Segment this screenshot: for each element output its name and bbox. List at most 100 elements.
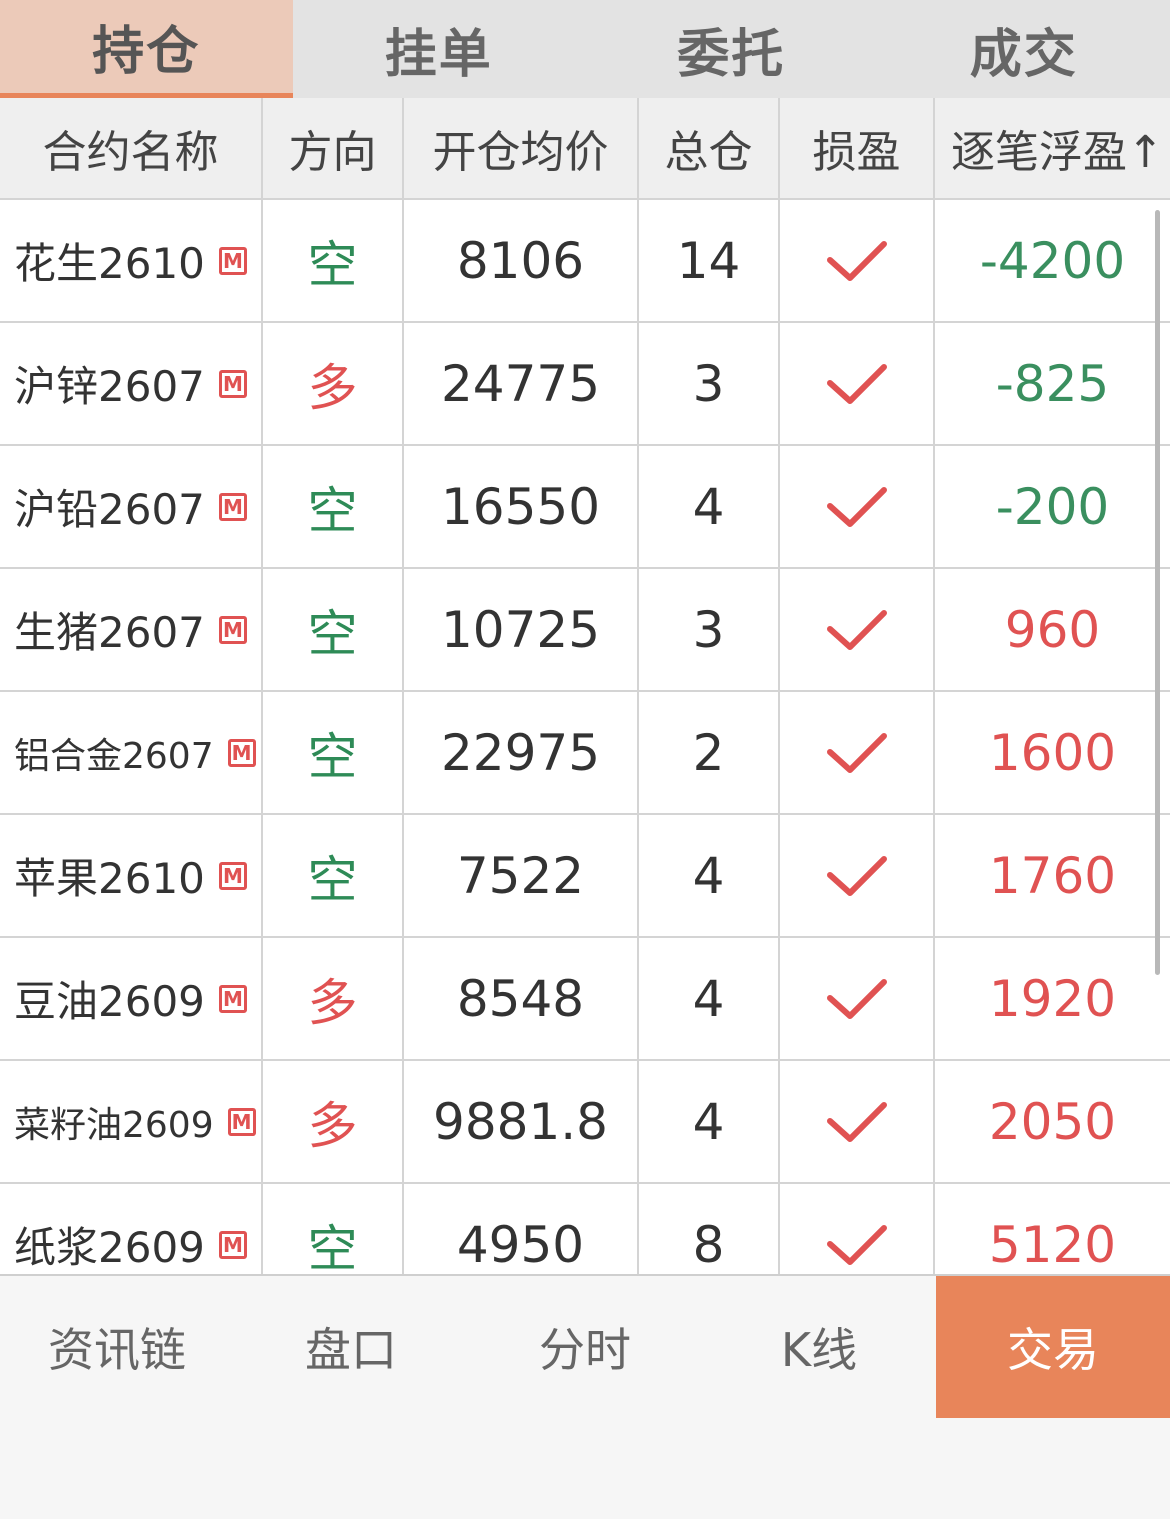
m-badge-icon: M bbox=[218, 861, 247, 890]
check-icon bbox=[826, 609, 887, 650]
avg-open-price: 8548 bbox=[404, 938, 639, 1061]
nav-kline[interactable]: K线 bbox=[702, 1276, 936, 1418]
total-position: 4 bbox=[639, 446, 780, 569]
total-position: 2 bbox=[639, 692, 780, 815]
contract-name-cell: 沪锌2607 M bbox=[0, 323, 263, 446]
m-badge-icon: M bbox=[227, 1107, 256, 1136]
column-header-direction[interactable]: 方向 bbox=[263, 98, 404, 200]
avg-open-price: 10725 bbox=[404, 569, 639, 692]
direction: 空 bbox=[263, 569, 404, 692]
table-row[interactable]: 沪铅2607 M 空 16550 4 -200 bbox=[0, 446, 1170, 569]
contract-name-cell: 生猪2607 M bbox=[0, 569, 263, 692]
check-icon bbox=[826, 978, 887, 1019]
contract-name-cell: 豆油2609 M bbox=[0, 938, 263, 1061]
m-badge-icon: M bbox=[218, 492, 247, 521]
table-scrollbar[interactable] bbox=[1155, 210, 1160, 975]
stop-pl-cell[interactable] bbox=[780, 692, 935, 815]
column-header-total[interactable]: 总仓 bbox=[639, 98, 780, 200]
direction: 空 bbox=[263, 815, 404, 938]
table-row[interactable]: 菜籽油2609 M 多 9881.8 4 2050 bbox=[0, 1061, 1170, 1184]
contract-name: 苹果2610 bbox=[14, 854, 205, 903]
check-icon bbox=[826, 1101, 887, 1142]
m-badge-icon: M bbox=[218, 984, 247, 1013]
column-header-avg-price[interactable]: 开仓均价 bbox=[404, 98, 639, 200]
nav-intraday[interactable]: 分时 bbox=[468, 1276, 702, 1418]
contract-name-cell: 花生2610 M bbox=[0, 200, 263, 323]
stop-pl-cell[interactable] bbox=[780, 815, 935, 938]
positions-table: 合约名称 方向 开仓均价 总仓 损盈 逐笔浮盈↑ 花生2610 M 空 8106 14-… bbox=[0, 98, 1170, 1274]
stop-pl-cell[interactable] bbox=[780, 200, 935, 323]
direction: 空 bbox=[263, 200, 404, 323]
avg-open-price: 9881.8 bbox=[404, 1061, 639, 1184]
direction: 空 bbox=[263, 692, 404, 815]
total-position: 3 bbox=[639, 569, 780, 692]
avg-open-price: 7522 bbox=[404, 815, 639, 938]
m-badge-icon: M bbox=[218, 369, 247, 398]
bottom-nav: 资讯链 盘口 分时 K线 交易 bbox=[0, 1274, 1170, 1519]
contract-name-cell: 沪铅2607 M bbox=[0, 446, 263, 569]
table-row[interactable]: 纸浆2609 M 空 4950 8 5120 bbox=[0, 1184, 1170, 1274]
contract-name: 花生2610 bbox=[14, 239, 205, 288]
table-row[interactable]: 生猪2607 M 空 10725 3 960 bbox=[0, 569, 1170, 692]
contract-name-cell: 纸浆2609 M bbox=[0, 1184, 263, 1274]
check-icon bbox=[826, 363, 887, 404]
contract-name-cell: 菜籽油2609 M bbox=[0, 1061, 263, 1184]
table-row[interactable]: 铝合金2607 M 空 22975 2 1600 bbox=[0, 692, 1170, 815]
contract-name: 沪锌2607 bbox=[14, 362, 205, 411]
contract-name: 豆油2609 bbox=[14, 977, 205, 1026]
contract-name: 生猪2607 bbox=[14, 608, 205, 657]
float-pl: -200 bbox=[935, 446, 1170, 569]
float-pl: 2050 bbox=[935, 1061, 1170, 1184]
table-row[interactable]: 苹果2610 M 空 7522 4 1760 bbox=[0, 815, 1170, 938]
table-row[interactable]: 花生2610 M 空 8106 14 -4200 bbox=[0, 200, 1170, 323]
table-row[interactable]: 豆油2609 M 多 8548 4 1920 bbox=[0, 938, 1170, 1061]
direction: 多 bbox=[263, 1061, 404, 1184]
check-icon bbox=[826, 855, 887, 896]
total-position: 4 bbox=[639, 815, 780, 938]
stop-pl-cell[interactable] bbox=[780, 446, 935, 569]
avg-open-price: 4950 bbox=[404, 1184, 639, 1274]
stop-pl-cell[interactable] bbox=[780, 569, 935, 692]
table-header: 合约名称 方向 开仓均价 总仓 损盈 逐笔浮盈↑ bbox=[0, 98, 1170, 200]
nav-order-book[interactable]: 盘口 bbox=[234, 1276, 468, 1418]
contract-name: 铝合金2607 bbox=[14, 735, 214, 777]
total-position: 3 bbox=[639, 323, 780, 446]
float-pl: 1600 bbox=[935, 692, 1170, 815]
total-position: 8 bbox=[639, 1184, 780, 1274]
positions-table-viewport: 合约名称 方向 开仓均价 总仓 损盈 逐笔浮盈↑ 花生2610 M 空 8106 14-… bbox=[0, 0, 1170, 1274]
avg-open-price: 8106 bbox=[404, 200, 639, 323]
stop-pl-cell[interactable] bbox=[780, 1061, 935, 1184]
contract-name-cell: 铝合金2607 M bbox=[0, 692, 263, 815]
nav-news-chain[interactable]: 资讯链 bbox=[0, 1276, 234, 1418]
float-pl: -825 bbox=[935, 323, 1170, 446]
float-pl: -4200 bbox=[935, 200, 1170, 323]
column-header-stop-pl[interactable]: 损盈 bbox=[780, 98, 935, 200]
m-badge-icon: M bbox=[218, 1230, 247, 1259]
m-badge-icon: M bbox=[218, 615, 247, 644]
direction: 多 bbox=[263, 323, 404, 446]
contract-name: 沪铅2607 bbox=[14, 485, 205, 534]
check-icon bbox=[826, 732, 887, 773]
check-icon bbox=[826, 486, 887, 527]
total-position: 4 bbox=[639, 1061, 780, 1184]
contract-name-cell: 苹果2610 M bbox=[0, 815, 263, 938]
m-badge-icon: M bbox=[227, 738, 256, 767]
nav-trade[interactable]: 交易 bbox=[936, 1276, 1170, 1418]
direction: 多 bbox=[263, 938, 404, 1061]
total-position: 4 bbox=[639, 938, 780, 1061]
avg-open-price: 24775 bbox=[404, 323, 639, 446]
float-pl: 5120 bbox=[935, 1184, 1170, 1274]
direction: 空 bbox=[263, 1184, 404, 1274]
column-header-float-pl-sort[interactable]: 逐笔浮盈↑ bbox=[935, 98, 1170, 200]
avg-open-price: 22975 bbox=[404, 692, 639, 815]
avg-open-price: 16550 bbox=[404, 446, 639, 569]
float-pl: 960 bbox=[935, 569, 1170, 692]
stop-pl-cell[interactable] bbox=[780, 938, 935, 1061]
m-badge-icon: M bbox=[218, 246, 247, 275]
contract-name: 纸浆2609 bbox=[14, 1223, 205, 1272]
stop-pl-cell[interactable] bbox=[780, 1184, 935, 1274]
table-row[interactable]: 沪锌2607 M 多 24775 3 -825 bbox=[0, 323, 1170, 446]
column-header-contract[interactable]: 合约名称 bbox=[0, 98, 263, 200]
stop-pl-cell[interactable] bbox=[780, 323, 935, 446]
check-icon bbox=[826, 1224, 887, 1265]
